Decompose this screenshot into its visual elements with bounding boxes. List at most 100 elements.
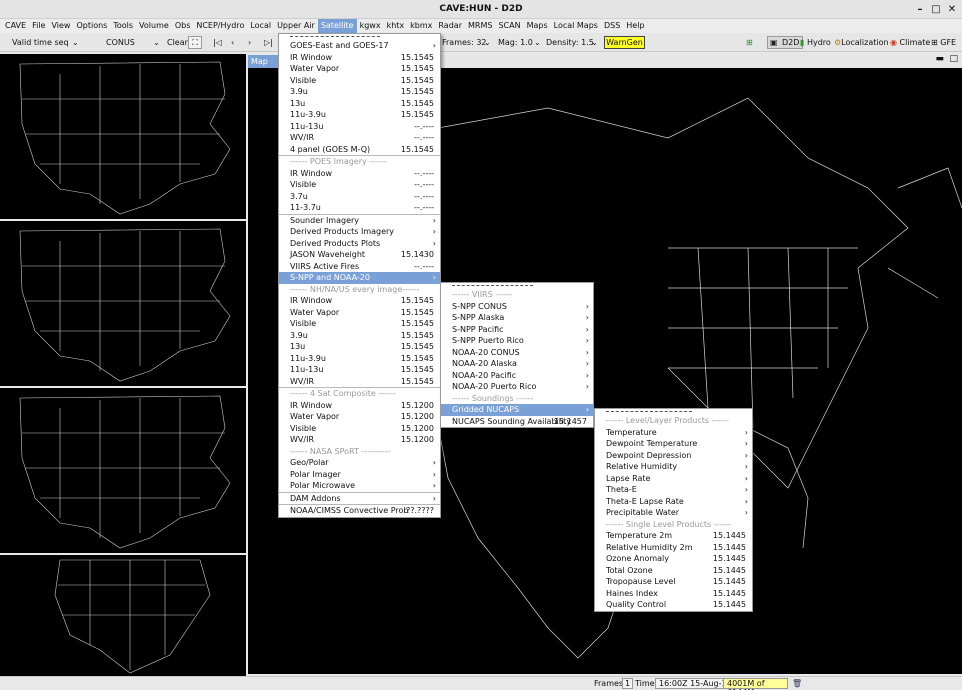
menu-item-temperature[interactable]: Temperature › <box>595 427 752 439</box>
menu-item-3-9u[interactable]: 3.9u 15.1545 <box>279 330 440 342</box>
menu-local-maps[interactable]: Local Maps <box>551 19 601 33</box>
menu-khtx[interactable]: khtx <box>384 19 408 33</box>
map-pane-1[interactable] <box>0 54 246 219</box>
first-frame-icon[interactable]: |◁ <box>213 33 222 52</box>
menu-item-noaa-cimss-convective-prob[interactable]: NOAA/CIMSS Convective Prob??.???? <box>279 505 440 517</box>
menu-item-visible[interactable]: Visible 15.1545 <box>279 75 440 87</box>
menu-item-polar-microwave[interactable]: Polar Microwave › <box>279 480 440 492</box>
menu-item-water-vapor[interactable]: Water Vapor 15.1545 <box>279 307 440 319</box>
menu-volume[interactable]: Volume <box>136 19 172 33</box>
menu-item-derived-products-imagery[interactable]: Derived Products Imagery › <box>279 226 440 238</box>
menu-item-gridded-nucaps[interactable]: Gridded NUCAPS › <box>441 404 593 416</box>
menu-item-visible[interactable]: Visible 15.1200 <box>279 423 440 435</box>
menu-radar[interactable]: Radar <box>435 19 465 33</box>
menu-item-ir-window[interactable]: IR Window 15.1200 <box>279 400 440 412</box>
menu-file[interactable]: File <box>29 19 48 33</box>
menu-item-dewpoint-depression[interactable]: Dewpoint Depression › <box>595 450 752 462</box>
menu-item-11-3-7u[interactable]: 11-3.7u --.---- <box>279 202 440 214</box>
menu-item-11u-3-9u[interactable]: 11u-3.9u 15.1545 <box>279 353 440 365</box>
menu-ncep-hydro[interactable]: NCEP/Hydro <box>193 19 247 33</box>
menu-item-water-vapor[interactable]: Water Vapor 15.1545 <box>279 63 440 75</box>
close-button[interactable]: ✕ <box>946 0 958 19</box>
chevron-down-icon[interactable]: ⌄ <box>484 33 491 52</box>
menu-item-s-npp-alaska[interactable]: S-NPP Alaska › <box>441 312 593 324</box>
menu-item-polar-imager[interactable]: Polar Imager › <box>279 469 440 481</box>
menu-item-noaa-20-pacific[interactable]: NOAA-20 Pacific › <box>441 370 593 382</box>
menu-item-dam-addons[interactable]: DAM Addons › <box>279 493 440 505</box>
menu-item-goes-east-and-goes-17[interactable]: GOES-East and GOES-17 › <box>279 40 440 52</box>
menu-item-total-ozone[interactable]: Total Ozone 15.1445 <box>595 565 752 577</box>
magnification-select[interactable]: Mag: 1.0 <box>498 33 533 52</box>
menu-item-s-npp-conus[interactable]: S-NPP CONUS › <box>441 301 593 313</box>
perspective-gfe[interactable]: ⊞ GFE <box>931 33 956 52</box>
tab-map[interactable]: Map <box>248 55 278 68</box>
menu-dss[interactable]: DSS <box>601 19 623 33</box>
next-frame-icon[interactable]: › <box>248 33 251 52</box>
scale-select[interactable]: CONUS <box>106 33 135 52</box>
menu-item-noaa-20-conus[interactable]: NOAA-20 CONUS › <box>441 347 593 359</box>
menu-item-geo-polar[interactable]: Geo/Polar › <box>279 457 440 469</box>
menu-item-wv-ir[interactable]: WV/IR 15.1545 <box>279 376 440 388</box>
menu-item-4-panel-goes-m-q-[interactable]: 4 panel (GOES M-Q) 15.1545 <box>279 144 440 156</box>
clear-options-icon[interactable]: ⛶ <box>188 36 202 49</box>
menu-item-3-9u[interactable]: 3.9u 15.1545 <box>279 86 440 98</box>
menu-item-relative-humidity[interactable]: Relative Humidity › <box>595 461 752 473</box>
menu-view[interactable]: View <box>48 19 73 33</box>
chevron-down-icon[interactable]: ⌄ <box>534 33 541 52</box>
menu-item-tropopause-level[interactable]: Tropopause Level 15.1445 <box>595 576 752 588</box>
menu-item-theta-e[interactable]: Theta-E › <box>595 484 752 496</box>
menu-kbmx[interactable]: kbmx <box>407 19 435 33</box>
menu-item-13u[interactable]: 13u 15.1545 <box>279 341 440 353</box>
menu-item-jason-waveheight[interactable]: JASON Waveheight 15.1430 <box>279 249 440 261</box>
menu-item-wv-ir[interactable]: WV/IR --.---- <box>279 132 440 144</box>
menu-item-ozone-anomaly[interactable]: Ozone Anomaly 15.1445 <box>595 553 752 565</box>
menu-cave[interactable]: CAVE <box>2 19 29 33</box>
menu-item-lapse-rate[interactable]: Lapse Rate › <box>595 473 752 485</box>
menu-item-quality-control[interactable]: Quality Control 15.1445 <box>595 599 752 611</box>
menu-item-11u-13u[interactable]: 11u-13u --.---- <box>279 121 440 133</box>
menu-item-noaa-20-puerto-rico[interactable]: NOAA-20 Puerto Rico › <box>441 381 593 393</box>
menu-obs[interactable]: Obs <box>172 19 194 33</box>
menu-item-derived-products-plots[interactable]: Derived Products Plots › <box>279 238 440 250</box>
menu-maps[interactable]: Maps <box>524 19 551 33</box>
open-perspective-icon[interactable]: ⊞ <box>746 33 753 52</box>
menu-item-temperature-2m[interactable]: Temperature 2m 15.1445 <box>595 530 752 542</box>
chevron-down-icon[interactable]: ⌄ <box>72 33 79 52</box>
menu-item-ir-window[interactable]: IR Window 15.1545 <box>279 52 440 64</box>
menu-item-ir-window[interactable]: IR Window --.---- <box>279 168 440 180</box>
menu-item-nucaps-sounding-availability[interactable]: NUCAPS Sounding Availability 15.1457 <box>441 416 593 428</box>
chevron-down-icon[interactable]: ⌄ <box>153 33 160 52</box>
menu-item-s-npp-puerto-rico[interactable]: S-NPP Puerto Rico › <box>441 335 593 347</box>
perspective-climate[interactable]: ◉ Climate <box>890 33 930 52</box>
menu-item-ir-window[interactable]: IR Window 15.1545 <box>279 295 440 307</box>
map-pane-2[interactable] <box>0 221 246 386</box>
minimize-editor-icon[interactable]: ▬ <box>935 54 944 64</box>
menu-kgwx[interactable]: kgwx <box>357 19 384 33</box>
menu-item-s-npp-pacific[interactable]: S-NPP Pacific › <box>441 324 593 336</box>
menu-item-wv-ir[interactable]: WV/IR 15.1200 <box>279 434 440 446</box>
menu-item-haines-index[interactable]: Haines Index 15.1445 <box>595 588 752 600</box>
density-select[interactable]: Density: 1.5 <box>546 33 594 52</box>
valid-time-select[interactable]: Valid time seq <box>12 33 69 52</box>
menu-item-theta-e-lapse-rate[interactable]: Theta-E Lapse Rate › <box>595 496 752 508</box>
menu-item-11u-13u[interactable]: 11u-13u 15.1545 <box>279 364 440 376</box>
menu-options[interactable]: Options <box>73 19 110 33</box>
menu-mrms[interactable]: MRMS <box>465 19 495 33</box>
last-frame-icon[interactable]: ▷| <box>264 33 273 52</box>
maximize-editor-icon[interactable]: □ <box>949 54 958 64</box>
menu-local[interactable]: Local <box>247 19 274 33</box>
minimize-button[interactable]: – <box>914 0 926 19</box>
menu-item-water-vapor[interactable]: Water Vapor 15.1200 <box>279 411 440 423</box>
maximize-button[interactable]: □ <box>930 0 942 19</box>
menu-help[interactable]: Help <box>623 19 647 33</box>
menu-item-s-npp-and-noaa-20[interactable]: S-NPP and NOAA-20 › <box>279 272 440 284</box>
menu-upper-air[interactable]: Upper Air <box>274 19 318 33</box>
menu-tools[interactable]: Tools <box>110 19 136 33</box>
warngen-button[interactable]: WarnGen <box>604 36 645 49</box>
trash-icon[interactable]: 🗑 <box>792 677 802 690</box>
clear-button[interactable]: Clear <box>167 33 188 52</box>
perspective-hydro[interactable]: ▮ Hydro <box>800 33 831 52</box>
perspective-localization[interactable]: ⚙Localization <box>834 33 889 52</box>
menu-item-sounder-imagery[interactable]: Sounder Imagery › <box>279 215 440 227</box>
menu-item-noaa-20-alaska[interactable]: NOAA-20 Alaska › <box>441 358 593 370</box>
